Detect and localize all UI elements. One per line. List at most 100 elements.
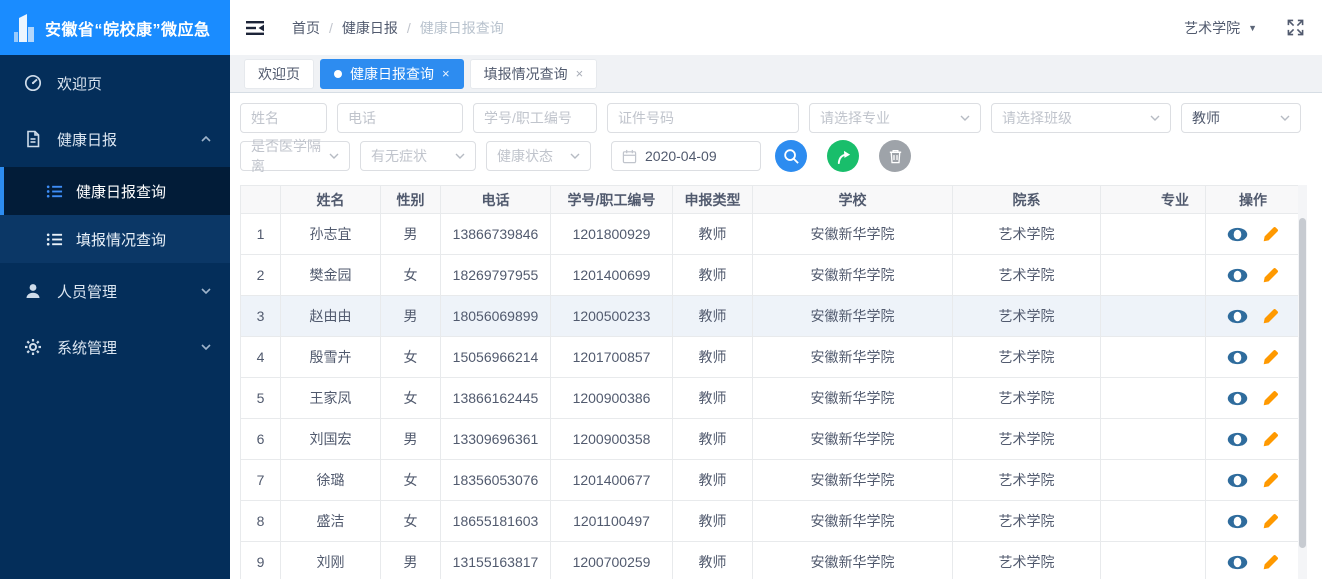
breadcrumb-separator: / [406,19,411,36]
column-header: 性别 [380,185,441,214]
tab-close-icon[interactable]: × [442,67,450,80]
view-button[interactable] [1227,473,1248,488]
sidebar-item-fill-status-query[interactable]: 填报情况查询 [0,215,230,263]
tab-fill-status-query[interactable]: 填报情况查询 × [469,58,598,89]
table-row[interactable]: 7 徐璐女 18356053076 1201400677 教师 安徽新华学院 艺术学院 [240,459,1301,501]
edit-icon-glyph [1263,431,1278,447]
edit-button[interactable] [1262,513,1279,530]
view-icon-glyph [1227,268,1248,283]
cell-index: 6 [240,418,281,460]
edit-button[interactable] [1262,267,1279,284]
major-select[interactable]: 请选择专业 [809,103,981,133]
cell-apply-type: 教师 [672,213,753,255]
edit-button[interactable] [1262,431,1279,448]
sidebar-menu: 欢迎页 健康日报 健康日报查询 填报情况查询 人员管理 系统管理 [0,55,230,375]
table-row[interactable]: 9 刘刚男 13155163817 1200700259 教师 安徽新华学院 艺术学院 [240,541,1301,579]
sidebar-fold-icon[interactable] [246,20,266,36]
cell-staff-id: 1200500233 [550,295,673,337]
view-button[interactable] [1227,432,1248,447]
tab-label: 填报情况查询 [483,65,568,82]
view-icon-glyph [1227,432,1248,447]
breadcrumb-separator: / [329,19,333,36]
document-icon [27,130,40,148]
org-dropdown-value: 艺术学院 [1184,19,1241,36]
date-picker[interactable]: 2020-04-09 [611,141,761,171]
view-button[interactable] [1227,309,1248,324]
edit-button[interactable] [1262,472,1279,489]
cell-apply-type: 教师 [672,254,753,296]
cell-index: 1 [240,213,281,255]
table-row[interactable]: 2 樊金园女 18269797955 1201400699 教师 安徽新华学院 艺术学院 [240,254,1301,296]
view-button[interactable] [1227,227,1248,242]
id-number-input[interactable] [607,103,799,133]
edit-button[interactable] [1262,308,1279,325]
role-select[interactable]: 教师 [1181,103,1301,133]
table-row[interactable]: 8 盛洁女 18655181603 1201100497 教师 安徽新华学院 艺术学院 [240,500,1301,542]
sidebar-item-label: 欢迎页 [57,75,103,93]
cell-staff-id: 1201700857 [550,336,673,378]
sidebar-item-personnel[interactable]: 人员管理 [0,263,230,319]
cell-name: 孙志宜 [280,213,381,255]
sidebar-item-label: 填报情况查询 [76,231,167,249]
cell-actions [1205,459,1301,501]
cell-index: 5 [240,377,281,419]
main-content: 请选择专业 请选择班级 教师 是否医学隔离 有无症状 健康状态 [230,94,1322,579]
chevron-down-icon [201,344,211,351]
cell-apply-type: 教师 [672,459,753,501]
delete-button[interactable] [879,140,911,172]
cell-department: 艺术学院 [952,254,1101,296]
search-button[interactable] [775,140,807,172]
export-button[interactable] [827,140,859,172]
view-button[interactable] [1227,514,1248,529]
edit-icon-glyph [1263,472,1278,488]
staff-id-input[interactable] [473,103,597,133]
cell-gender: 女 [380,254,441,296]
table-scrollbar[interactable] [1298,185,1307,579]
fullscreen-icon[interactable] [1287,19,1304,36]
cell-gender: 女 [380,500,441,542]
edit-button[interactable] [1262,349,1279,366]
org-dropdown[interactable]: 艺术学院 ▼ [1184,18,1257,38]
isolation-select[interactable]: 是否医学隔离 [240,138,350,174]
phone-input[interactable] [337,103,463,133]
scrollbar-thumb[interactable] [1299,218,1306,548]
list-icon [46,184,63,198]
table-row[interactable]: 5 王家凤女 13866162445 1200900386 教师 安徽新华学院 艺术学院 [240,377,1301,419]
cell-name: 殷雪卉 [280,336,381,378]
tab-close-icon[interactable]: × [576,67,584,80]
table-row[interactable]: 1 孙志宜男 13866739846 1201800929 教师 安徽新华学院 艺术学院 [240,213,1301,255]
breadcrumb-health-daily[interactable]: 健康日报 [342,18,398,38]
sidebar-item-welcome[interactable]: 欢迎页 [0,55,230,111]
view-button[interactable] [1227,391,1248,406]
edit-button[interactable] [1262,226,1279,243]
cell-name: 徐璐 [280,459,381,501]
cell-apply-type: 教师 [672,418,753,460]
tab-welcome[interactable]: 欢迎页 [244,58,314,89]
edit-icon-glyph [1263,267,1278,283]
view-button[interactable] [1227,268,1248,283]
cell-gender: 女 [380,336,441,378]
symptom-select[interactable]: 有无症状 [360,141,476,171]
breadcrumb-home[interactable]: 首页 [292,18,320,38]
name-input[interactable] [240,103,327,133]
cell-name: 王家凤 [280,377,381,419]
cell-major [1100,254,1206,296]
cell-phone: 18056069899 [440,295,551,337]
cell-major [1100,213,1206,255]
edit-button[interactable] [1262,554,1279,571]
sidebar-item-system[interactable]: 系统管理 [0,319,230,375]
class-select[interactable]: 请选择班级 [991,103,1171,133]
view-button[interactable] [1227,350,1248,365]
sidebar-item-health-daily[interactable]: 健康日报 [0,111,230,167]
edit-button[interactable] [1262,390,1279,407]
table-row[interactable]: 4 殷雪卉女 15056966214 1201700857 教师 安徽新华学院 艺术学院 [240,336,1301,378]
table-row[interactable]: 3 赵由由男 18056069899 1200500233 教师 安徽新华学院 艺术学院 [240,295,1301,337]
gear-icon [25,339,41,355]
health-status-select[interactable]: 健康状态 [486,141,591,171]
view-button[interactable] [1227,555,1248,570]
table-row[interactable]: 6 刘国宏男 13309696361 1200900358 教师 安徽新华学院 艺术学院 [240,418,1301,460]
cell-index: 2 [240,254,281,296]
sidebar-item-health-daily-query[interactable]: 健康日报查询 [0,167,230,215]
tab-health-daily-query[interactable]: 健康日报查询 × [320,58,464,89]
sidebar-item-label: 健康日报查询 [76,183,167,201]
